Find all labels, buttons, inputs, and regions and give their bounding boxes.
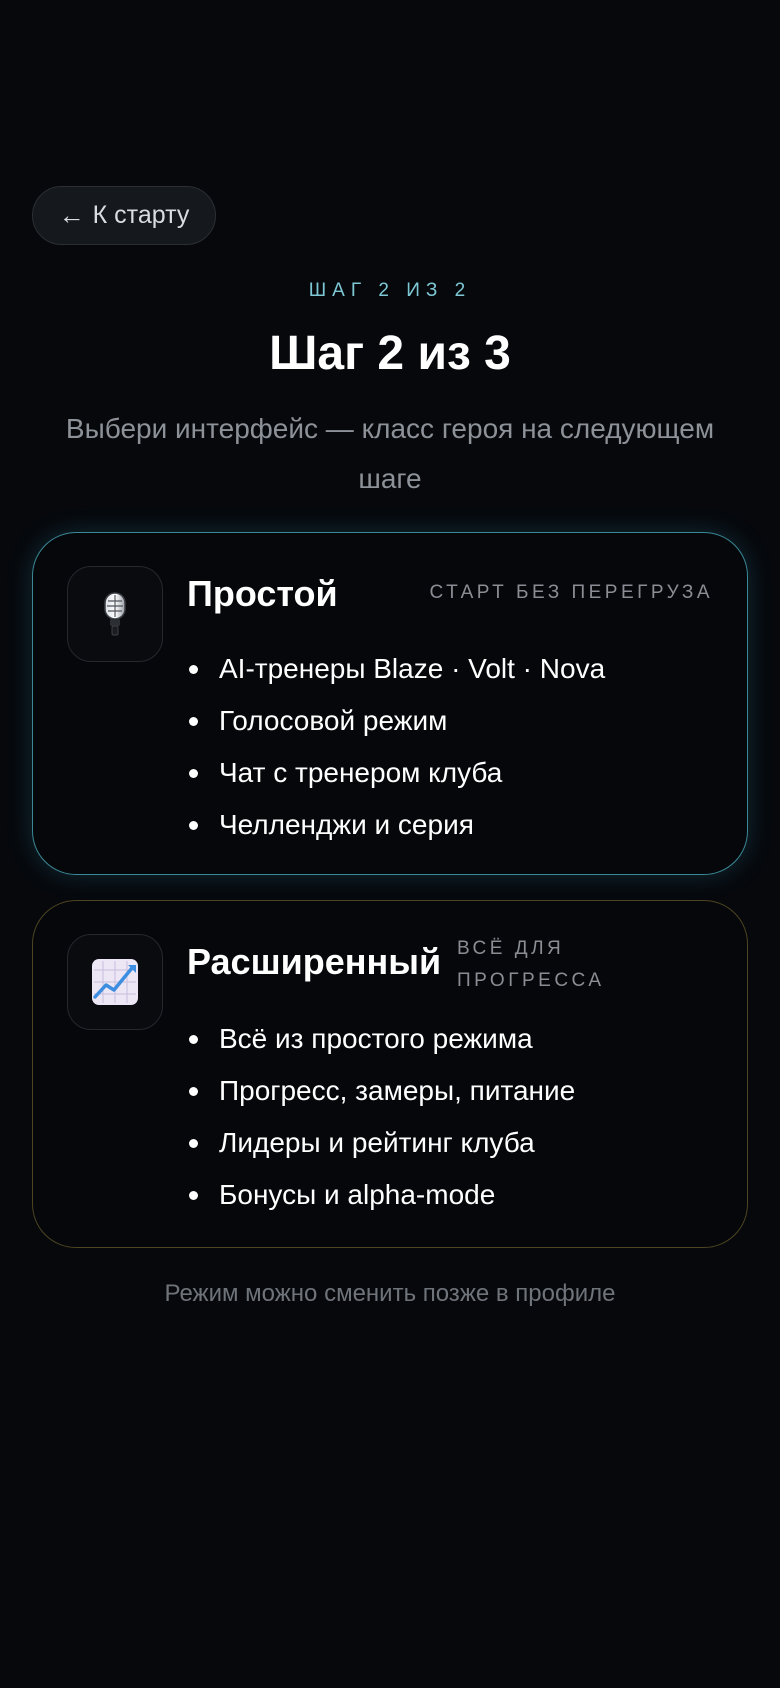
feature-item: AI-тренеры Blaze · Volt · Nova <box>187 643 605 695</box>
feature-item: Чат с тренером клуба <box>187 747 605 799</box>
mode-card-title: Расширенный <box>187 941 442 982</box>
feature-item: Голосовой режим <box>187 695 605 747</box>
step-kicker: ШАГ 2 ИЗ 2 <box>308 280 472 301</box>
feature-item: Бонусы и alpha-mode <box>187 1169 575 1221</box>
mode-card-tag: СТАРТ БЕЗ ПЕРЕГРУЗА <box>429 582 713 603</box>
onboarding-step-page: ← К старту ШАГ 2 ИЗ 2 Шаг 2 из 3 Выбери … <box>0 0 780 1688</box>
chart-increasing-icon <box>67 934 163 1030</box>
feature-item: Лидеры и рейтинг клуба <box>187 1117 575 1169</box>
feature-item: Челленджи и серия <box>187 799 605 851</box>
back-to-start-button[interactable]: ← К старту <box>32 186 216 245</box>
mode-card-advanced[interactable]: Расширенный ВСЁ ДЛЯ ПРОГРЕССА Всё из про… <box>32 900 748 1248</box>
back-button-label: К старту <box>92 201 190 229</box>
mode-card-title: Простой <box>187 573 338 614</box>
mode-card-tag: ВСЁ ДЛЯ ПРОГРЕССА <box>457 938 605 991</box>
feature-list: AI-тренеры Blaze · Volt · Nova Голосовой… <box>187 643 605 851</box>
arrow-left-icon: ← <box>58 200 85 230</box>
footnote-hint: Режим можно сменить позже в профиле <box>164 1280 616 1307</box>
page-title: Шаг 2 из 3 <box>269 327 511 380</box>
page-subtitle: Выбери интерфейс — класс героя на следую… <box>65 413 715 494</box>
microphone-icon <box>67 566 163 662</box>
mode-card-simple[interactable]: Простой СТАРТ БЕЗ ПЕРЕГРУЗА AI-тренеры B… <box>32 532 748 875</box>
feature-item: Всё из простого режима <box>187 1013 575 1065</box>
feature-item: Прогресс, замеры, питание <box>187 1065 575 1117</box>
feature-list: Всё из простого режима Прогресс, замеры,… <box>187 1013 575 1221</box>
